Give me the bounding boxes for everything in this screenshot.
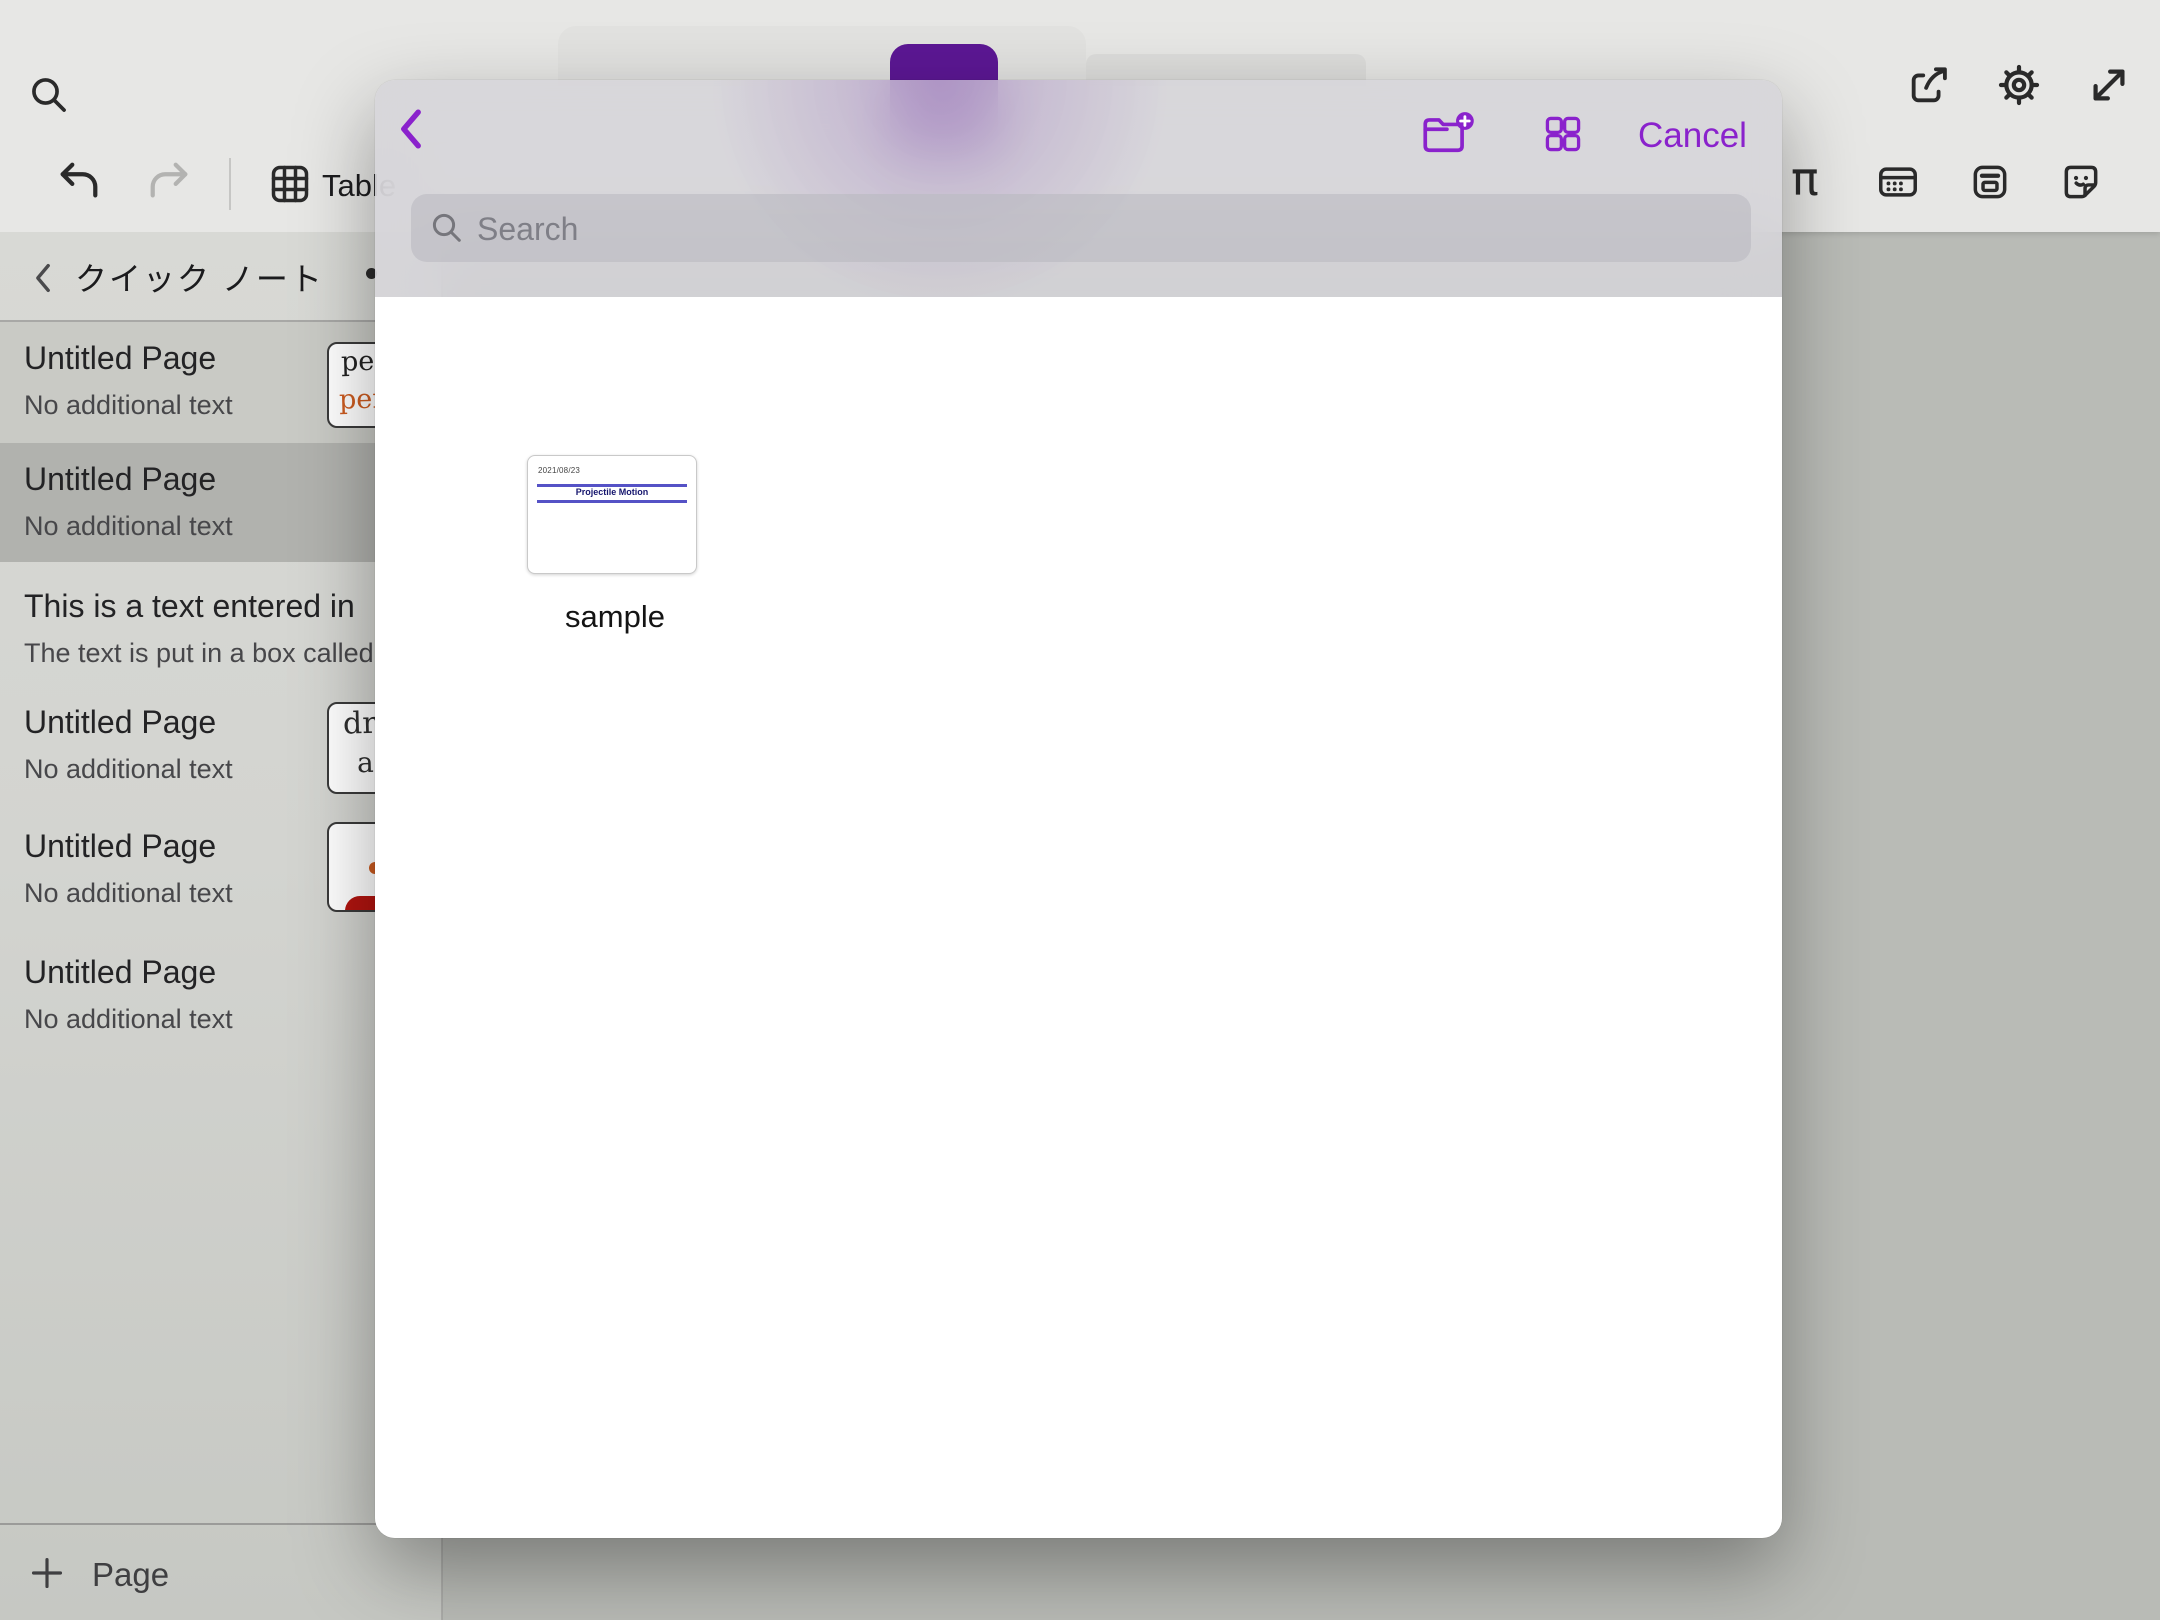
plus-icon[interactable] <box>28 1554 66 1592</box>
expand-icon[interactable] <box>2086 62 2132 108</box>
add-page-button[interactable]: Page <box>92 1556 169 1594</box>
search-input[interactable] <box>475 194 1719 264</box>
cancel-button[interactable]: Cancel <box>1638 116 1747 156</box>
search-icon[interactable] <box>28 74 70 116</box>
page-title: Untitled Page <box>24 340 216 377</box>
background-tab-shape <box>558 26 1086 86</box>
preview-rule-line <box>537 500 687 503</box>
sheet-header: Cancel <box>375 80 1782 297</box>
file-picker-sheet: Cancel 2021/08/23 Projectile Motion samp… <box>375 80 1782 1538</box>
page-subtitle: No additional text <box>24 878 233 909</box>
sticker-icon[interactable] <box>2059 160 2103 204</box>
search-bar[interactable] <box>411 194 1751 262</box>
page-subtitle: No additional text <box>24 1004 233 1035</box>
preview-title: Projectile Motion <box>528 487 696 497</box>
share-icon[interactable] <box>1906 62 1952 108</box>
page-title: This is a text entered in <box>24 588 355 625</box>
preview-date: 2021/08/23 <box>538 466 580 475</box>
banner-card-icon[interactable] <box>1968 160 2012 204</box>
back-chevron-icon[interactable] <box>30 260 56 296</box>
page-title: Untitled Page <box>24 954 216 991</box>
settings-gear-icon[interactable] <box>1996 62 2042 108</box>
file-preview: 2021/08/23 Projectile Motion <box>527 455 697 574</box>
page-subtitle: No additional text <box>24 754 233 785</box>
sheet-content: 2021/08/23 Projectile Motion sample <box>375 297 1782 1538</box>
page-subtitle: No additional text <box>24 511 233 542</box>
new-folder-icon[interactable] <box>1419 108 1477 160</box>
sheet-back-chevron-icon[interactable] <box>395 106 427 152</box>
toolbar-divider <box>229 158 231 210</box>
redo-icon[interactable] <box>146 158 192 204</box>
app-screen: Table π クイック ノート Untitled Page No addi <box>0 0 2160 1620</box>
keyboard-icon[interactable] <box>1876 160 1920 204</box>
file-item-sample[interactable]: 2021/08/23 Projectile Motion sample <box>515 437 715 657</box>
page-title: Untitled Page <box>24 704 216 741</box>
page-subtitle: The text is put in a box called <box>24 638 374 669</box>
thumb-ink-text: a <box>357 746 375 779</box>
page-title: Untitled Page <box>24 828 216 865</box>
table-icon[interactable] <box>268 162 312 206</box>
search-bar-icon <box>429 210 465 246</box>
page-title: Untitled Page <box>24 461 216 498</box>
page-subtitle: No additional text <box>24 390 233 421</box>
file-name-label: sample <box>515 599 715 635</box>
grid-view-icon[interactable] <box>1541 112 1585 156</box>
notebook-title: クイック ノート <box>75 254 324 300</box>
math-pi-icon[interactable]: π <box>1791 152 1819 206</box>
undo-icon[interactable] <box>56 158 102 204</box>
